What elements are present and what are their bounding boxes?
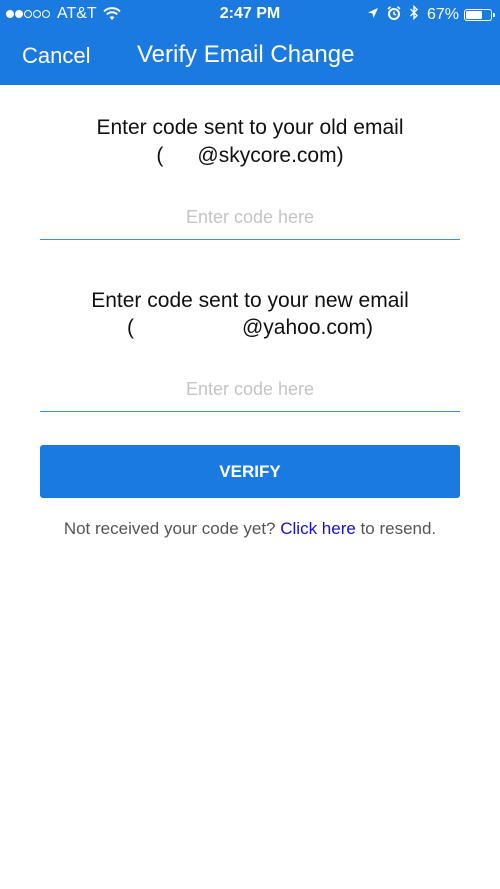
cancel-button[interactable]: Cancel bbox=[22, 43, 90, 69]
new-email-address: ( @yahoo.com) bbox=[0, 314, 500, 342]
battery-fill bbox=[466, 11, 482, 19]
nav-bar: Cancel Verify Email Change bbox=[0, 30, 500, 85]
old-email-code-input[interactable] bbox=[40, 196, 460, 240]
new-email-code-input[interactable] bbox=[40, 368, 460, 412]
new-email-suffix: @yahoo.com) bbox=[241, 316, 374, 339]
new-email-heading: Enter code sent to your new email bbox=[91, 289, 409, 312]
verify-button[interactable]: VERIFY bbox=[40, 445, 460, 498]
resend-text: Not received your code yet? Click here t… bbox=[0, 519, 500, 539]
resend-suffix: to resend. bbox=[355, 519, 437, 538]
status-right: 67% bbox=[359, 4, 495, 25]
old-email-heading: Enter code sent to your old email bbox=[96, 116, 404, 139]
battery-icon bbox=[464, 9, 495, 21]
old-email-open-paren: ( bbox=[156, 144, 164, 167]
resend-link[interactable]: Click here bbox=[280, 519, 356, 538]
location-arrow-icon bbox=[367, 6, 379, 24]
page-title: Verify Email Change bbox=[137, 41, 355, 68]
status-bar: AT&T 2:47 PM 67% bbox=[0, 0, 500, 30]
battery-cap bbox=[493, 13, 495, 17]
alarm-icon bbox=[387, 5, 401, 25]
battery-percent: 67% bbox=[426, 6, 459, 23]
resend-prefix: Not received your code yet? bbox=[63, 519, 281, 538]
new-email-open-paren: ( bbox=[126, 316, 134, 339]
bluetooth-icon bbox=[409, 4, 419, 25]
old-email-address: ( @skycore.com) bbox=[0, 142, 500, 170]
old-email-suffix: @skycore.com) bbox=[197, 144, 344, 167]
